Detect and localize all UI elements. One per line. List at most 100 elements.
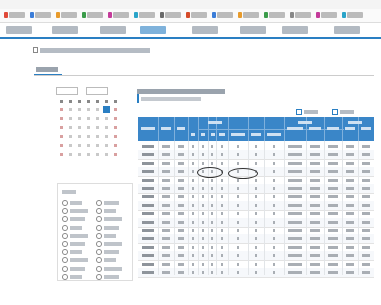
filter-radio[interactable] — [96, 257, 102, 264]
calendar-day-selected[interactable] — [103, 106, 110, 113]
nav-item-5[interactable] — [240, 26, 266, 34]
calendar-day[interactable] — [60, 153, 63, 156]
nav-item-6[interactable] — [282, 26, 308, 34]
calendar-day[interactable] — [105, 126, 108, 129]
calendar-day[interactable] — [78, 144, 81, 147]
filter-radio[interactable] — [62, 273, 68, 280]
bookmark-label[interactable] — [217, 12, 233, 18]
filter-radio[interactable] — [62, 265, 68, 272]
bookmark-icon[interactable] — [316, 12, 320, 18]
bookmark-label[interactable] — [61, 12, 77, 18]
export-label[interactable] — [340, 110, 354, 114]
calendar-day[interactable] — [96, 108, 99, 111]
filter-label[interactable] — [70, 266, 85, 271]
filter-radio[interactable] — [96, 241, 102, 247]
filter-label[interactable] — [70, 225, 82, 230]
calendar-day[interactable] — [69, 117, 72, 120]
calendar-day[interactable] — [69, 153, 72, 156]
filter-radio[interactable] — [62, 216, 68, 223]
filter-label[interactable] — [104, 242, 122, 246]
nav-item-0[interactable] — [6, 26, 32, 34]
calendar-day[interactable] — [96, 126, 99, 129]
calendar-day[interactable] — [69, 108, 72, 111]
calendar-day[interactable] — [96, 153, 99, 156]
filter-label[interactable] — [104, 225, 119, 230]
bookmark-icon[interactable] — [342, 12, 346, 18]
filter-radio[interactable] — [62, 257, 68, 264]
filter-label[interactable] — [70, 274, 82, 279]
bookmark-icon[interactable] — [160, 12, 164, 18]
filter-label[interactable] — [70, 201, 82, 205]
bookmark-icon[interactable] — [238, 12, 242, 18]
bookmark-icon[interactable] — [264, 12, 268, 18]
calendar-day[interactable] — [78, 135, 81, 138]
filter-radio[interactable] — [62, 241, 68, 247]
calendar-day[interactable] — [60, 126, 63, 129]
bookmark-label[interactable] — [269, 12, 285, 18]
bookmark-icon[interactable] — [290, 12, 294, 18]
bookmark-icon[interactable] — [30, 12, 34, 18]
bookmark-label[interactable] — [321, 12, 337, 18]
filter-label[interactable] — [70, 217, 85, 222]
bookmark-icon[interactable] — [212, 12, 216, 18]
filter-radio[interactable] — [96, 224, 102, 231]
print-icon[interactable] — [296, 109, 302, 115]
export-icon[interactable] — [332, 109, 338, 115]
filter-label[interactable] — [104, 250, 119, 255]
filter-label[interactable] — [70, 258, 88, 263]
calendar-day[interactable] — [60, 117, 63, 120]
calendar-day[interactable] — [78, 117, 81, 120]
calendar-day[interactable] — [69, 126, 72, 129]
calendar-day[interactable] — [96, 144, 99, 147]
filter-label[interactable] — [104, 217, 122, 222]
year-select[interactable] — [56, 87, 78, 95]
filter-label[interactable] — [104, 266, 122, 271]
bookmark-icon[interactable] — [56, 12, 60, 18]
calendar-day[interactable] — [60, 108, 63, 111]
calendar-day[interactable] — [105, 117, 108, 120]
calendar-day[interactable] — [87, 144, 90, 147]
bookmark-label[interactable] — [295, 12, 311, 18]
browser-address-bar[interactable] — [0, 0, 381, 9]
calendar-day[interactable] — [105, 135, 108, 138]
filter-label[interactable] — [70, 209, 88, 214]
filter-radio[interactable] — [62, 200, 68, 206]
calendar-day[interactable] — [78, 153, 81, 156]
filter-label[interactable] — [70, 233, 88, 238]
calendar-day[interactable] — [69, 135, 72, 138]
month-select[interactable] — [86, 87, 108, 95]
bookmark-icon[interactable] — [108, 12, 112, 18]
home-icon[interactable] — [33, 47, 38, 53]
filter-radio[interactable] — [96, 208, 102, 215]
filter-radio[interactable] — [96, 265, 102, 272]
calendar-day[interactable] — [105, 153, 108, 156]
filter-label[interactable] — [104, 201, 119, 205]
filter-radio[interactable] — [62, 208, 68, 215]
calendar-day[interactable] — [114, 144, 117, 147]
calendar-day[interactable] — [87, 153, 90, 156]
filter-radio[interactable] — [96, 249, 102, 256]
nav-item-1[interactable] — [52, 26, 78, 34]
filter-radio[interactable] — [62, 232, 68, 239]
calendar-day[interactable] — [78, 126, 81, 129]
filter-radio[interactable] — [96, 216, 102, 223]
nav-item-4[interactable] — [192, 26, 218, 34]
bookmark-label[interactable] — [87, 12, 103, 18]
bookmark-icon[interactable] — [134, 12, 138, 18]
bookmark-label[interactable] — [9, 12, 25, 18]
calendar-day[interactable] — [69, 144, 72, 147]
calendar-day[interactable] — [114, 153, 117, 156]
calendar-day[interactable] — [78, 108, 81, 111]
calendar-day[interactable] — [105, 144, 108, 147]
nav-item-3[interactable] — [140, 26, 166, 34]
calendar-day[interactable] — [87, 117, 90, 120]
calendar-day[interactable] — [114, 126, 117, 129]
calendar-day[interactable] — [114, 117, 117, 120]
nav-item-7[interactable] — [334, 26, 360, 34]
calendar-day[interactable] — [96, 117, 99, 120]
filter-radio[interactable] — [62, 249, 68, 256]
filter-label[interactable] — [104, 258, 116, 263]
bookmark-icon[interactable] — [82, 12, 86, 18]
filter-label[interactable] — [104, 233, 116, 238]
filter-label[interactable] — [70, 250, 82, 255]
